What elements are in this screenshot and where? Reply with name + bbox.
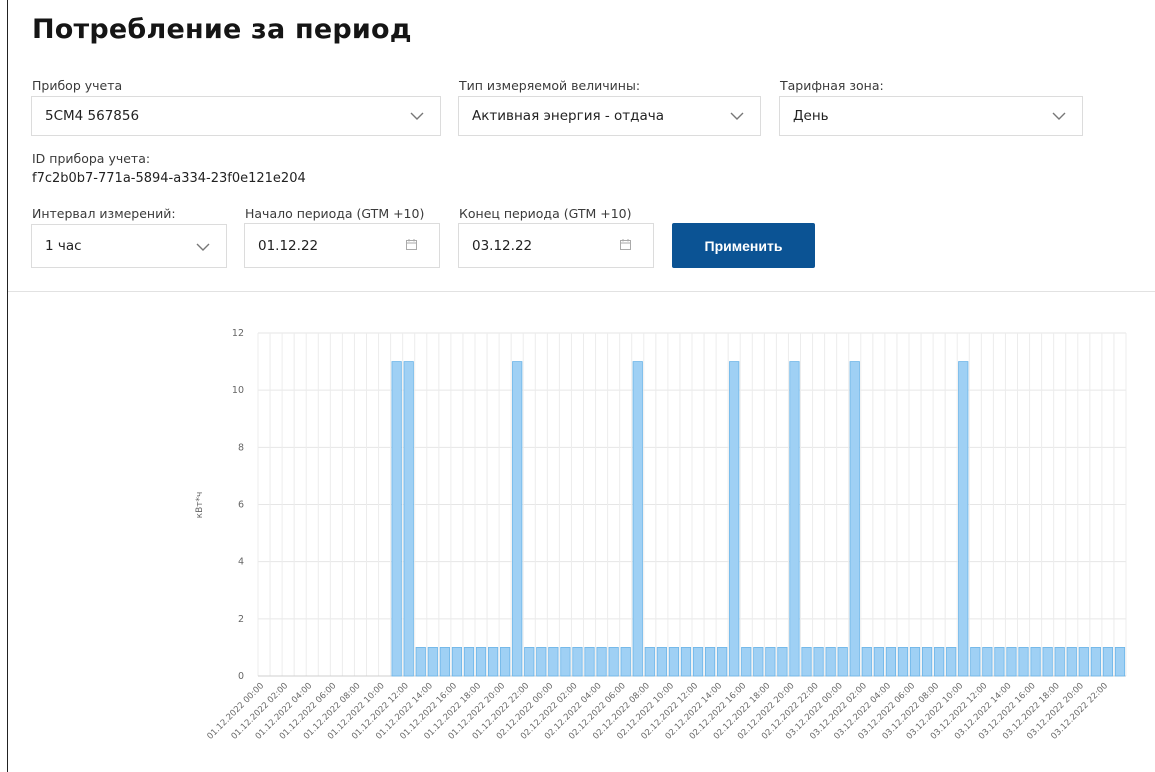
bar[interactable] xyxy=(536,647,547,677)
chart-grid xyxy=(257,332,1127,677)
bar[interactable] xyxy=(391,361,402,677)
bar[interactable] xyxy=(704,647,716,677)
y-tick-label: 4 xyxy=(238,557,244,568)
bar[interactable] xyxy=(970,647,981,677)
bar[interactable] xyxy=(717,647,728,677)
y-tick-label: 6 xyxy=(238,500,244,511)
bar[interactable] xyxy=(415,647,426,677)
bar[interactable] xyxy=(487,647,499,677)
y-tick-label: 12 xyxy=(232,328,244,339)
bar[interactable] xyxy=(1006,647,1017,677)
bar[interactable] xyxy=(982,647,993,677)
bar[interactable] xyxy=(427,647,438,677)
bar[interactable] xyxy=(958,361,969,677)
bar[interactable] xyxy=(439,647,450,677)
bar[interactable] xyxy=(813,647,824,677)
y-tick-label: 8 xyxy=(238,442,244,453)
bar[interactable] xyxy=(668,647,680,677)
bar[interactable] xyxy=(1066,647,1077,677)
bar[interactable] xyxy=(753,647,764,677)
bar[interactable] xyxy=(861,647,872,677)
y-tick-label: 2 xyxy=(238,614,244,625)
bar[interactable] xyxy=(1102,647,1114,677)
bar[interactable] xyxy=(1090,647,1101,677)
bar[interactable] xyxy=(1114,647,1126,677)
bar[interactable] xyxy=(572,647,583,677)
bar[interactable] xyxy=(765,647,776,677)
y-tick-label: 0 xyxy=(238,671,244,682)
chart-y-ticks: 0 2 4 6 8 10 12 xyxy=(232,328,244,682)
y-tick-label: 10 xyxy=(232,385,244,396)
bar[interactable] xyxy=(873,647,884,677)
bar[interactable] xyxy=(584,647,595,677)
chart-bars xyxy=(391,361,1126,677)
bar[interactable] xyxy=(656,647,667,677)
bar[interactable] xyxy=(777,647,788,677)
bar[interactable] xyxy=(608,647,619,677)
bar[interactable] xyxy=(451,647,463,677)
bar[interactable] xyxy=(1078,647,1089,677)
chart-x-ticks: 01.12.2022 00:0001.12.2022 02:0001.12.20… xyxy=(205,681,1110,742)
bar[interactable] xyxy=(475,647,487,677)
bar[interactable] xyxy=(921,647,933,677)
bar[interactable] xyxy=(1030,647,1041,677)
bar[interactable] xyxy=(837,647,848,677)
bar[interactable] xyxy=(934,647,945,677)
bar[interactable] xyxy=(692,647,704,677)
bar[interactable] xyxy=(560,647,571,677)
bar[interactable] xyxy=(644,647,655,677)
bar[interactable] xyxy=(463,647,475,677)
bar[interactable] xyxy=(801,647,812,677)
chart-y-axis-label: кВт*ч xyxy=(195,492,205,519)
bar[interactable] xyxy=(1054,647,1065,677)
bar[interactable] xyxy=(994,647,1005,677)
bar[interactable] xyxy=(825,647,836,677)
bar[interactable] xyxy=(729,361,740,677)
bar[interactable] xyxy=(909,647,921,677)
bar[interactable] xyxy=(680,647,692,677)
bar[interactable] xyxy=(849,361,860,677)
bar[interactable] xyxy=(403,361,414,677)
bar[interactable] xyxy=(741,647,752,677)
bar[interactable] xyxy=(524,647,535,677)
consumption-chart: 0 2 4 6 8 10 12 01.12.2022 00:0001.12.2022 02:… xyxy=(195,328,1127,742)
bar[interactable] xyxy=(548,647,559,677)
bar[interactable] xyxy=(789,361,800,677)
bar[interactable] xyxy=(885,647,897,677)
bar[interactable] xyxy=(946,647,957,677)
bar[interactable] xyxy=(632,361,643,677)
bar[interactable] xyxy=(596,647,607,677)
bar[interactable] xyxy=(500,647,511,677)
bar[interactable] xyxy=(1018,647,1029,677)
bar[interactable] xyxy=(897,647,909,677)
bar[interactable] xyxy=(512,361,523,677)
bar[interactable] xyxy=(1042,647,1053,677)
bar[interactable] xyxy=(620,647,631,677)
